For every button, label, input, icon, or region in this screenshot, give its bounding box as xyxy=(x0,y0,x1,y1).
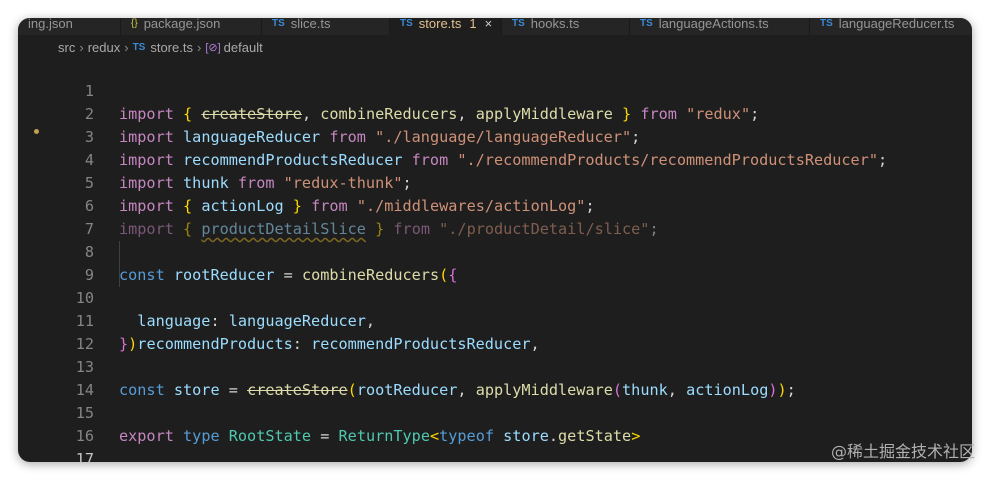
ts-file-icon: TS xyxy=(400,18,413,29)
tab-label: slice.ts xyxy=(290,18,331,31)
code-line-current: 17 export default store; xyxy=(18,425,972,462)
tab-language-actions-ts[interactable]: TS languageActions.ts xyxy=(630,18,810,35)
watermark: @稀土掘金技术社区 xyxy=(830,442,975,461)
tab-label: package.json xyxy=(143,18,221,31)
code-line: 5 import { actionLog } from "./middlewar… xyxy=(18,149,972,215)
code-line: 9 language: languageReducer, xyxy=(18,241,972,330)
tab-label: languageActions.ts xyxy=(658,18,769,31)
chevron-right-icon: › xyxy=(196,39,202,55)
close-icon[interactable]: × xyxy=(485,18,493,31)
tab-label: ing.json xyxy=(28,18,73,31)
code-line: 3 import recommendProductsReducer from "… xyxy=(18,103,972,169)
tab-language-reducer-ts[interactable]: TS languageReducer.ts xyxy=(810,18,972,35)
chevron-right-icon: › xyxy=(124,39,129,55)
symbol-variable-icon: [⊘] xyxy=(205,41,221,54)
editor-window: ing.json {} package.json TS slice.ts TS … xyxy=(18,18,972,462)
code-line: 7 xyxy=(18,195,972,238)
code-line: 1 import { createStore, combineReducers,… xyxy=(18,57,972,123)
code-line: 12 xyxy=(18,310,972,353)
breadcrumb-item-file[interactable]: store.ts xyxy=(150,40,193,55)
code-line: 8 const rootReducer = combineReducers({ xyxy=(18,218,972,284)
tab-store-ts[interactable]: TS store.ts 1 × xyxy=(390,18,502,35)
code-line: 13 const store = createStore(rootReducer… xyxy=(18,333,972,399)
ts-file-icon: TS xyxy=(820,18,833,29)
line-number: 17 xyxy=(75,450,94,462)
tab-hooks-ts[interactable]: TS hooks.ts xyxy=(502,18,630,35)
breadcrumb-item-redux[interactable]: redux xyxy=(88,40,121,55)
tab-ing-json[interactable]: ing.json xyxy=(18,18,121,35)
ts-file-icon: TS xyxy=(132,41,146,53)
indent-guide xyxy=(119,241,120,264)
code-editor[interactable]: 1 import { createStore, combineReducers,… xyxy=(18,57,972,462)
code-line: 4 import thunk from "redux-thunk"; xyxy=(18,126,972,192)
tab-label: hooks.ts xyxy=(530,18,580,31)
code-line: 2 import languageReducer from "./languag… xyxy=(18,80,972,146)
code-line: 6 import { productDetailSlice } from "./… xyxy=(18,172,972,238)
breadcrumb-item-src[interactable]: src xyxy=(58,40,75,55)
ts-file-icon: TS xyxy=(272,18,285,29)
tab-bar: ing.json {} package.json TS slice.ts TS … xyxy=(18,18,972,35)
tab-label: languageReducer.ts xyxy=(838,18,955,31)
tab-slice-ts[interactable]: TS slice.ts xyxy=(262,18,390,35)
breadcrumb: src › redux › TS store.ts › [⊘] default xyxy=(58,37,263,57)
chevron-right-icon: › xyxy=(79,39,84,55)
code-line: 11 }) xyxy=(18,287,972,353)
code-line: 15 export type RootState = ReturnType<ty… xyxy=(18,379,972,445)
ts-file-icon: TS xyxy=(512,18,525,29)
code-line: 10 recommendProducts: recommendProductsR… xyxy=(18,264,972,353)
json-file-icon: {} xyxy=(131,18,138,29)
problem-count: 1 xyxy=(469,18,477,31)
indent-guide xyxy=(119,264,120,287)
breadcrumb-item-symbol[interactable]: default xyxy=(224,40,263,55)
ts-file-icon: TS xyxy=(640,18,653,29)
tab-package-json[interactable]: {} package.json xyxy=(121,18,262,35)
tab-label: store.ts xyxy=(418,18,462,31)
code-line: 14 xyxy=(18,356,972,399)
code-line: 16 xyxy=(18,402,972,445)
